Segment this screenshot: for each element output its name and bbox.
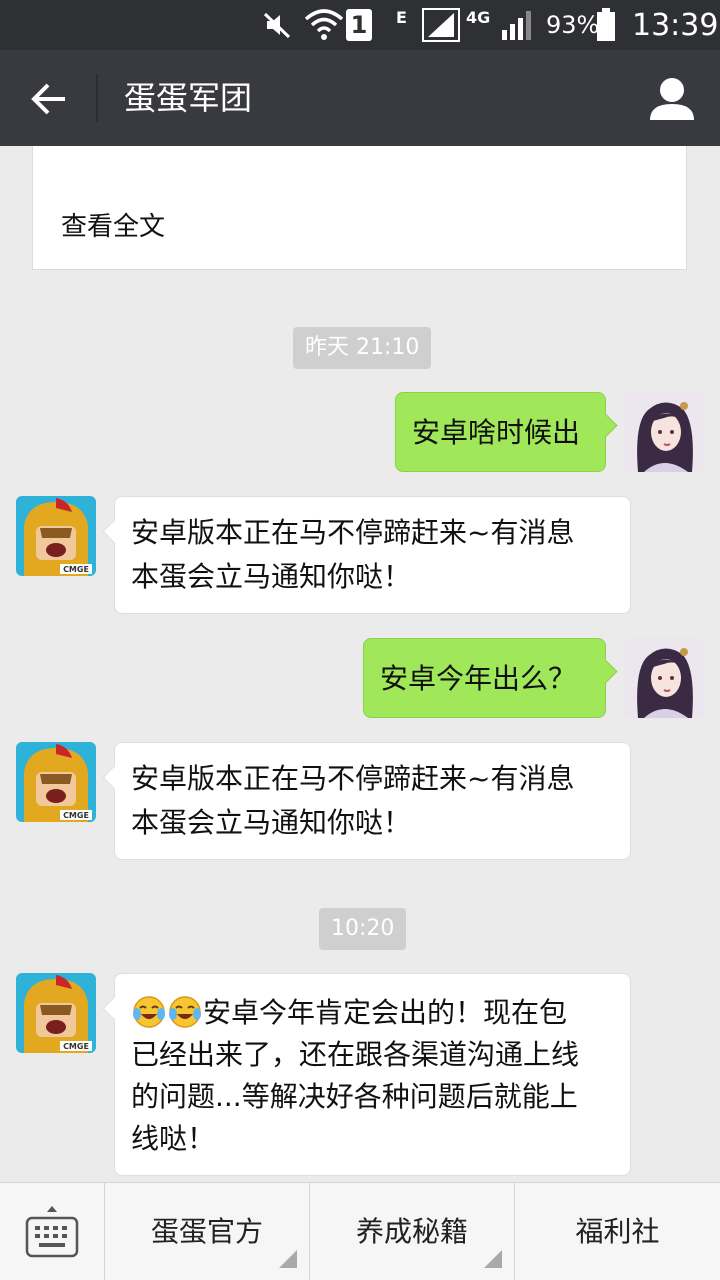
- status-bar: 1 E 4G 93% 13:39: [0, 0, 720, 50]
- battery-icon: [596, 0, 616, 50]
- my-avatar[interactable]: [624, 638, 704, 718]
- back-button[interactable]: [22, 72, 76, 126]
- crying-laughing-emoji-icon: [169, 996, 201, 1028]
- keyboard-icon: [25, 1205, 79, 1257]
- clock-text: 13:39: [632, 7, 719, 43]
- warrior-avatar-icon: CMGE: [16, 973, 96, 1053]
- sim-slot-badge: 1: [346, 0, 372, 50]
- message-line: 线哒！: [131, 1122, 216, 1155]
- wifi-icon: [304, 0, 344, 50]
- title-divider: [96, 74, 98, 122]
- network-4g-label: 4G: [466, 0, 490, 42]
- official-account-avatar[interactable]: CMGE: [16, 496, 96, 576]
- message-text: 安卓啥时候出: [412, 416, 581, 449]
- message-line: 已经出来了，还在跟各渠道沟通上线: [131, 1038, 580, 1071]
- timestamp: 10:20: [319, 908, 407, 950]
- message-line: 的问题...等解决好各种问题后就能上: [131, 1080, 578, 1113]
- network-e-text: E: [396, 7, 407, 27]
- avatar-logo-text: CMGE: [63, 811, 89, 820]
- my-avatar[interactable]: [624, 392, 704, 472]
- network-4g-text: 4G: [466, 7, 491, 27]
- signal-bars-icon: [500, 0, 536, 50]
- girl-avatar-icon: [624, 638, 704, 718]
- warrior-avatar-icon: CMGE: [16, 496, 96, 576]
- crying-laughing-emoji-icon: [133, 996, 165, 1028]
- clock: 13:39: [632, 0, 718, 50]
- read-all-link[interactable]: 查看全文: [61, 206, 165, 243]
- battery-percent-text: 93%: [546, 11, 600, 39]
- submenu-indicator-icon: [484, 1250, 502, 1268]
- official-account-avatar[interactable]: CMGE: [16, 742, 96, 822]
- article-card[interactable]: 查看全文: [32, 146, 687, 270]
- message-line: 本蛋会立马通知你哒！: [131, 806, 412, 839]
- received-message-bubble[interactable]: 安卓今年肯定会出的！现在包 已经出来了，还在跟各渠道沟通上线 的问题...等解决…: [114, 973, 631, 1176]
- received-message-bubble[interactable]: 安卓版本正在马不停蹄赶来~有消息 本蛋会立马通知你哒！: [114, 742, 631, 860]
- bottom-menu-bar: 蛋蛋官方 养成秘籍 福利社: [0, 1182, 720, 1280]
- battery-percent: 93%: [546, 0, 599, 50]
- girl-avatar-icon: [624, 392, 704, 472]
- sent-message-bubble[interactable]: 安卓今年出么？: [363, 638, 606, 718]
- timestamp: 昨天 21:10: [293, 327, 432, 369]
- message-line: 本蛋会立马通知你哒！: [131, 560, 412, 593]
- signal-icon: [422, 0, 460, 50]
- menu-item-welfare[interactable]: 福利社: [514, 1183, 720, 1280]
- title-bar: 蛋蛋军团: [0, 50, 720, 146]
- menu-item-label: 福利社: [575, 1215, 660, 1248]
- arrow-left-icon: [31, 83, 65, 115]
- mute-icon: [262, 0, 292, 50]
- message-line: 安卓版本正在马不停蹄赶来~有消息: [131, 516, 575, 549]
- message-text: 安卓今年出么？: [380, 662, 577, 695]
- menu-item-label: 养成秘籍: [355, 1215, 468, 1248]
- sim-slot-number: 1: [346, 9, 372, 41]
- chat-title: 蛋蛋军团: [124, 79, 253, 117]
- official-account-avatar[interactable]: CMGE: [16, 973, 96, 1053]
- menu-item-label: 蛋蛋官方: [150, 1215, 263, 1248]
- profile-button[interactable]: [646, 74, 698, 126]
- menu-item-official[interactable]: 蛋蛋官方: [104, 1183, 309, 1280]
- received-message-bubble[interactable]: 安卓版本正在马不停蹄赶来~有消息 本蛋会立马通知你哒！: [114, 496, 631, 614]
- keyboard-toggle-button[interactable]: [0, 1183, 104, 1280]
- menu-item-guide[interactable]: 养成秘籍: [309, 1183, 514, 1280]
- submenu-indicator-icon: [279, 1250, 297, 1268]
- sent-message-bubble[interactable]: 安卓啥时候出: [395, 392, 606, 472]
- avatar-logo-text: CMGE: [63, 565, 89, 574]
- message-line: 安卓版本正在马不停蹄赶来~有消息: [131, 762, 575, 795]
- avatar-logo-text: CMGE: [63, 1042, 89, 1051]
- network-e-label: E: [396, 0, 407, 42]
- warrior-avatar-icon: CMGE: [16, 742, 96, 822]
- person-icon: [650, 78, 694, 120]
- message-line-text: 安卓今年肯定会出的！现在包: [203, 996, 568, 1029]
- message-line: 安卓今年肯定会出的！现在包: [131, 992, 614, 1034]
